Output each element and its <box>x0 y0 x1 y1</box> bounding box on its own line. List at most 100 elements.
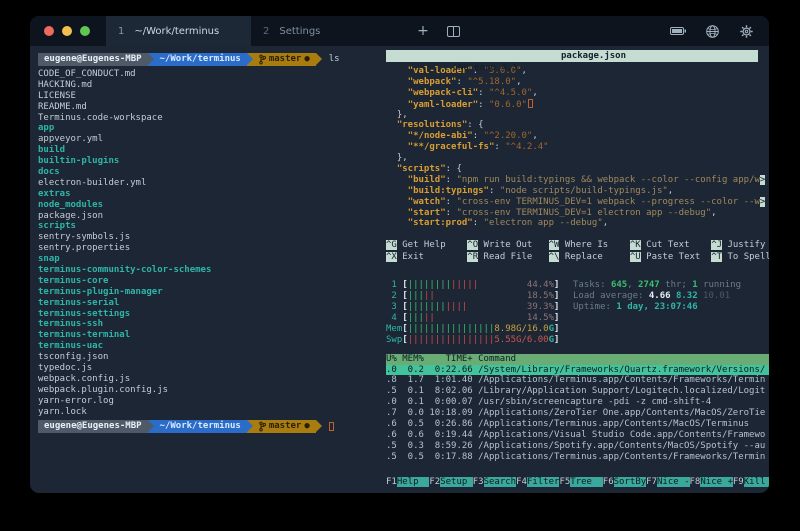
nano-titlebar: GNU nano 4.5 package.json <box>386 50 758 62</box>
shortcut-key[interactable]: ^T <box>711 252 722 262</box>
terminal-content: eugene@Eugenes-MBP~/Work/terminusmaster●… <box>30 46 769 493</box>
nano-cursor <box>528 99 533 108</box>
file-entry: yarn-error.log <box>38 396 378 407</box>
cpu-memory-meters: 1 [||||||||||||| 44.4%] 2 [||||| 18.5%] … <box>386 280 573 345</box>
nano-code-line: "start": "cross-env TERMINUS_DEV=1 elect… <box>386 208 769 219</box>
htop-meters-section: 1 [||||||||||||| 44.4%] 2 [||||| 18.5%] … <box>386 280 769 345</box>
powerline-arrow <box>148 420 154 433</box>
file-entry: electron-builder.yml <box>38 178 378 189</box>
file-entry: appveyor.yml <box>38 134 378 145</box>
prompt-git-segment: master● <box>253 420 316 433</box>
shortcut-key[interactable]: ^X <box>386 252 397 262</box>
htop-pane[interactable]: 1 [||||||||||||| 44.4%] 2 [||||| 18.5%] … <box>386 280 769 488</box>
command-text: ls <box>329 54 340 65</box>
file-entry: yarn.lock <box>38 407 378 418</box>
tab-index: 2 <box>263 26 269 37</box>
process-row[interactable]: .5 0.1 8:02.06 /Library/Application Supp… <box>386 386 769 397</box>
process-table: U% MEM% TIME+ Command.0 0.2 0:22.66 /Sys… <box>386 354 769 463</box>
shell-pane[interactable]: eugene@Eugenes-MBP~/Work/terminusmaster●… <box>30 46 378 493</box>
nano-shortcut-row: ^X Exit ^R Read File ^\ Replace ^U Paste… <box>386 252 769 264</box>
htop-stat-line: Load average: 4.66 8.32 10.01 <box>573 291 741 302</box>
shortcut-key[interactable]: ^G <box>386 240 397 250</box>
powerline-arrow <box>148 53 154 66</box>
directory-entry: builtin-plugins <box>38 156 378 167</box>
file-entry: HACKING.md <box>38 80 378 91</box>
fn-f3-button[interactable]: F3Search <box>473 476 516 488</box>
tab-bar: 1 ~/Work/terminus 2 Settings + <box>30 16 769 46</box>
powerline-arrow <box>316 53 322 66</box>
process-table-header[interactable]: U% MEM% TIME+ Command <box>386 354 769 365</box>
shortcut-key[interactable]: ^R <box>467 252 478 262</box>
close-button[interactable] <box>44 26 54 36</box>
split-pane-icon <box>447 26 460 37</box>
shortcut-key[interactable]: ^U <box>630 252 641 262</box>
directory-entry: terminus-ssh <box>38 319 378 330</box>
nano-code-line: }, <box>386 110 769 121</box>
fn-f8-button[interactable]: F8Nice + <box>690 476 733 488</box>
tab-work-terminus[interactable]: 1 ~/Work/terminus <box>106 16 251 46</box>
nano-code-line: "build:typings": "node scripts/build-typ… <box>386 186 769 197</box>
directory-entry: node_modules <box>38 200 378 211</box>
directory-entry: snap <box>38 254 378 265</box>
battery-icon[interactable] <box>661 16 695 46</box>
directory-entry: docs <box>38 167 378 178</box>
fn-f6-button[interactable]: F6SortBy <box>603 476 646 488</box>
process-row[interactable]: .0 0.1 0:00.07 /usr/sbin/screencapture -… <box>386 397 769 408</box>
htop-stat-line: Uptime: 1 day, 23:07:46 <box>573 302 741 313</box>
zoom-button[interactable] <box>80 26 90 36</box>
process-row[interactable]: .0 0.2 0:22.66 /System/Library/Framework… <box>386 365 769 376</box>
nano-shortcut-row: ^G Get Help ^O Write Out ^W Where Is ^K … <box>386 240 769 252</box>
window-controls <box>30 16 106 46</box>
htop-function-bar: F1Help F2Setup F3SearchF4FilterF5Tree F6… <box>386 476 769 488</box>
nano-code-line: "*/node-abi": "^2.20.0", <box>386 131 769 142</box>
directory-entry: terminus-core <box>38 276 378 287</box>
fn-f5-button[interactable]: F5Tree <box>559 476 602 488</box>
split-pane-button[interactable] <box>438 16 468 46</box>
directory-entry: terminus-serial <box>38 298 378 309</box>
nano-pane[interactable]: GNU nano 4.5 package.json "val-loader": … <box>386 50 769 263</box>
fn-f4-button[interactable]: F4Filter <box>516 476 559 488</box>
shortcut-key[interactable]: ^W <box>549 240 560 250</box>
process-row[interactable]: .5 0.5 0:17.88 /Applications/Terminus.ap… <box>386 452 769 463</box>
nano-code-line: "watch": "cross-env TERMINUS_DEV=1 webpa… <box>386 197 769 208</box>
globe-icon[interactable] <box>695 16 729 46</box>
nano-editor: "val-loader": "3.0.0", "webpack": "^5.18… <box>386 66 769 229</box>
git-dirty-dot: ● <box>304 421 309 432</box>
file-entry: CODE_OF_CONDUCT.md <box>38 69 378 80</box>
fn-f9-button[interactable]: F9Kill <box>733 476 769 488</box>
fn-f1-button[interactable]: F1Help <box>386 476 429 488</box>
nano-code-line: "**/graceful-fs": "^4.2.4" <box>386 142 769 153</box>
fn-f7-button[interactable]: F7Nice - <box>646 476 689 488</box>
nano-code-line: "scripts": { <box>386 164 769 175</box>
tab-index: 1 <box>118 26 124 37</box>
minimize-button[interactable] <box>62 26 72 36</box>
file-list: CODE_OF_CONDUCT.mdHACKING.mdLICENSEREADM… <box>38 69 378 418</box>
process-row[interactable]: .8 1.7 1:01.40 /Applications/Terminus.ap… <box>386 375 769 386</box>
tab-settings[interactable]: 2 Settings <box>251 16 396 46</box>
directory-entry: terminus-settings <box>38 309 378 320</box>
process-row[interactable]: .5 0.3 8:59.26 /Applications/Spotify.app… <box>386 441 769 452</box>
shortcut-key[interactable]: ^O <box>467 240 478 250</box>
process-row[interactable]: .6 0.6 0:19.44 /Applications/Visual Stud… <box>386 430 769 441</box>
new-tab-button[interactable]: + <box>408 16 438 46</box>
shell-prompt: eugene@Eugenes-MBP~/Work/terminusmaster● <box>38 420 378 433</box>
prompt-path-segment: ~/Work/terminus <box>154 53 247 66</box>
file-entry: sentry-symbols.js <box>38 232 378 243</box>
file-entry: tsconfig.json <box>38 352 378 363</box>
prompt-path-segment: ~/Work/terminus <box>154 420 247 433</box>
directory-entry: build <box>38 145 378 156</box>
gear-icon[interactable] <box>729 16 763 46</box>
shortcut-key[interactable]: ^J <box>711 240 722 250</box>
process-row[interactable]: .7 0.0 10:18.09 /Applications/ZeroTier O… <box>386 408 769 419</box>
nano-code-line: }, <box>386 153 769 164</box>
meter-mem: Mem[||||||||||||||||8.98G/16.0G] <box>386 324 573 335</box>
fn-f2-button[interactable]: F2Setup <box>429 476 472 488</box>
shortcut-key[interactable]: ^K <box>630 240 641 250</box>
process-row[interactable]: .6 0.5 0:26.86 /Applications/Terminus.ap… <box>386 419 769 430</box>
htop-stats: Tasks: 645, 2747 thr; 1 runningLoad aver… <box>573 280 741 345</box>
directory-entry: app <box>38 123 378 134</box>
powerline-arrow <box>316 420 322 433</box>
file-entry: LICENSE <box>38 91 378 102</box>
terminal-cursor <box>329 422 334 431</box>
shortcut-key[interactable]: ^\ <box>549 252 560 262</box>
